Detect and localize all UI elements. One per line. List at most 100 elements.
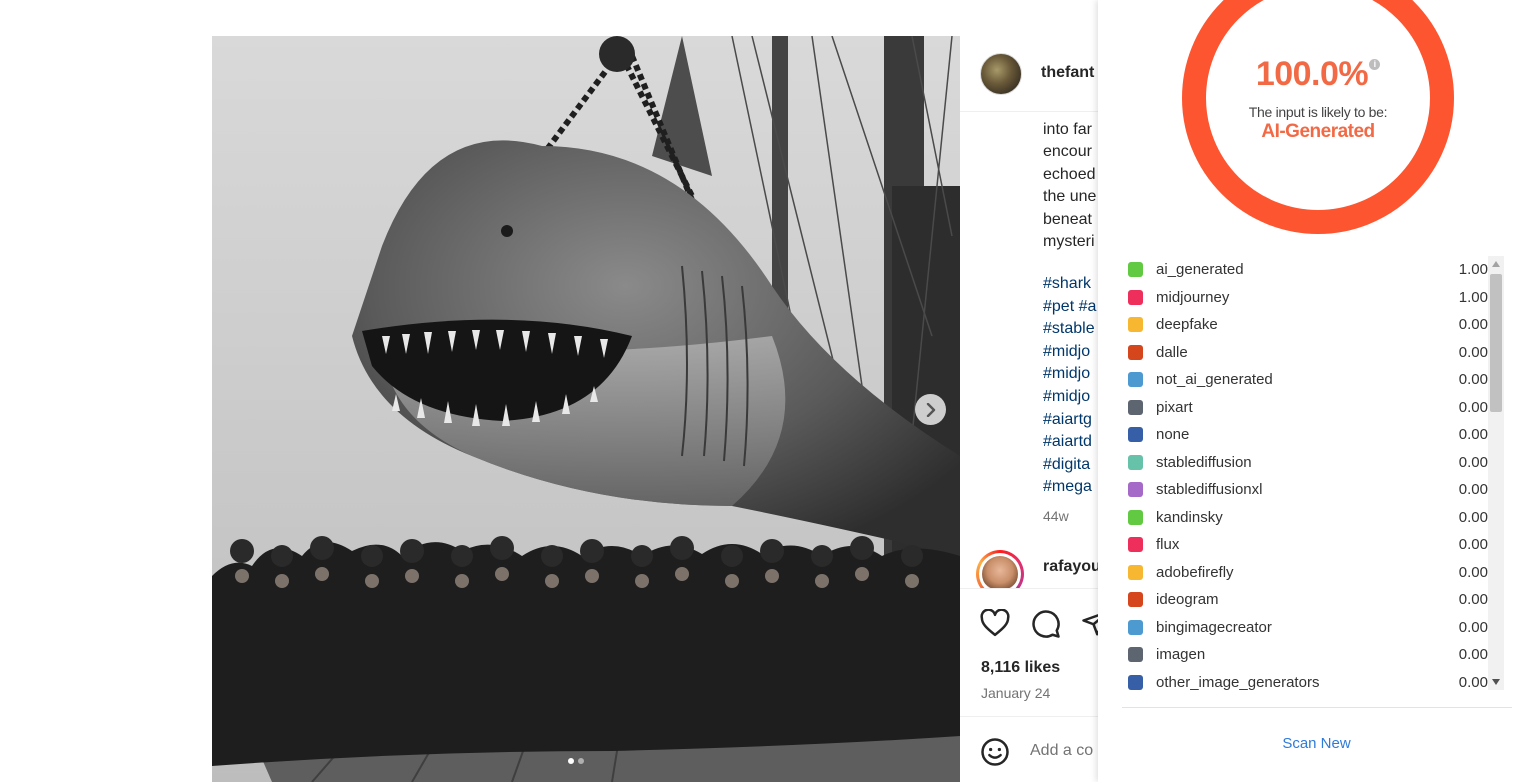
hashtag-link[interactable]: #midjo xyxy=(1043,363,1096,386)
list-scrollbar[interactable] xyxy=(1488,256,1504,690)
shark-photo xyxy=(212,36,960,782)
verdict-label: AI-Generated xyxy=(1261,121,1375,142)
class-value: 0.00 xyxy=(1458,673,1488,691)
comment-icon[interactable] xyxy=(1031,609,1061,644)
class-score-row: ideogram 0.00 xyxy=(1122,586,1488,614)
post-image[interactable] xyxy=(212,36,960,782)
class-color-swatch xyxy=(1128,509,1143,525)
hashtag-list: #shark #pet #a #stable #midjo #midjo #mi… xyxy=(1043,273,1096,499)
class-score-row: bingimagecreator 0.00 xyxy=(1122,614,1488,642)
heart-icon[interactable] xyxy=(980,608,1010,642)
likely-text: The input is likely to be: xyxy=(1248,104,1388,120)
likes-count[interactable]: 8,116 likes xyxy=(981,659,1060,677)
info-icon[interactable]: i xyxy=(1369,59,1381,70)
class-color-swatch xyxy=(1128,454,1143,470)
class-value: 0.00 xyxy=(1458,343,1488,361)
class-score-row: adobefirefly 0.00 xyxy=(1122,559,1488,587)
class-value: 0.00 xyxy=(1458,618,1488,636)
class-value: 0.00 xyxy=(1458,508,1488,526)
caption-line: mysteri xyxy=(1043,233,1095,251)
class-value: 1.00 xyxy=(1458,261,1488,278)
class-color-swatch xyxy=(1128,289,1143,305)
caption-line: echoed xyxy=(1043,165,1096,183)
triangle-down-icon xyxy=(1492,679,1500,685)
post-date: January 24 xyxy=(981,685,1051,701)
class-color-swatch xyxy=(1128,592,1143,607)
author-avatar[interactable] xyxy=(980,53,1022,95)
scrollbar-thumb[interactable] xyxy=(1490,274,1502,412)
class-score-list[interactable]: ai_generated 1.00 midjourney 1.00 deepfake 0.… xyxy=(1122,256,1488,696)
class-label: ai_generated xyxy=(1156,261,1244,278)
page: thefant into far encour echoed the une b… xyxy=(0,0,1535,782)
hashtag-link[interactable]: #midjo xyxy=(1043,386,1096,409)
class-label: flux xyxy=(1156,536,1180,553)
class-color-swatch xyxy=(1128,344,1143,360)
class-score-row: other_image_generators 0.00 xyxy=(1122,669,1488,697)
class-score-row: none 0.00 xyxy=(1122,421,1488,449)
class-color-swatch xyxy=(1128,372,1143,387)
class-value: 0.00 xyxy=(1458,426,1488,443)
divider xyxy=(1122,707,1512,708)
commenter-username[interactable]: rafayou xyxy=(1043,558,1100,576)
ai-detector-panel: 100.0% i The input is likely to be: AI-Ge… xyxy=(1098,0,1535,782)
class-label: other_image_generators xyxy=(1156,673,1320,691)
class-label: stablediffusionxl xyxy=(1156,481,1263,498)
class-value: 0.00 xyxy=(1458,481,1488,498)
class-score-row: ai_generated 1.00 xyxy=(1122,256,1488,284)
class-label: kandinsky xyxy=(1156,508,1223,526)
hashtag-link[interactable]: #stable xyxy=(1043,318,1096,341)
class-label: adobefirefly xyxy=(1156,563,1234,581)
add-comment-input[interactable]: Add a co xyxy=(1030,742,1093,760)
class-value: 0.00 xyxy=(1458,563,1488,581)
score-readout: 100.0% i xyxy=(1180,55,1456,94)
add-comment-bar: Add a co xyxy=(960,716,1100,782)
class-label: midjourney xyxy=(1156,288,1230,306)
chevron-right-icon xyxy=(926,402,935,417)
class-label: imagen xyxy=(1156,646,1206,663)
carousel-indicator xyxy=(568,758,584,764)
class-label: stablediffusion xyxy=(1156,453,1252,471)
post-details-column: thefant into far encour echoed the une b… xyxy=(960,36,1100,782)
author-username[interactable]: thefant xyxy=(1041,64,1094,82)
class-score-row: flux 0.00 xyxy=(1122,531,1488,559)
class-color-swatch xyxy=(1128,262,1143,277)
class-color-swatch xyxy=(1128,674,1143,690)
hashtag-link[interactable]: #pet #a xyxy=(1043,296,1096,319)
scan-new-button[interactable]: Scan New xyxy=(1098,735,1535,752)
post-caption: into far encour echoed the une beneat my… xyxy=(1043,119,1100,253)
hashtag-link[interactable]: #digita xyxy=(1043,454,1096,477)
class-label: bingimagecreator xyxy=(1156,618,1272,636)
class-label: ideogram xyxy=(1156,591,1219,608)
class-score-row: stablediffusionxl 0.00 xyxy=(1122,476,1488,504)
hashtag-link[interactable]: #aiartg xyxy=(1043,409,1096,432)
hashtag-link[interactable]: #shark xyxy=(1043,273,1096,296)
class-color-swatch xyxy=(1128,482,1143,497)
class-value: 0.00 xyxy=(1458,453,1488,471)
hashtag-link[interactable]: #mega xyxy=(1043,476,1096,499)
class-label: pixart xyxy=(1156,398,1193,416)
scroll-down-button[interactable] xyxy=(1488,674,1504,690)
class-value: 0.00 xyxy=(1458,316,1488,333)
class-score-row: not_ai_generated 0.00 xyxy=(1122,366,1488,394)
class-score-row: imagen 0.00 xyxy=(1122,641,1488,669)
caption-line: the une xyxy=(1043,188,1097,206)
class-value: 0.00 xyxy=(1458,536,1488,553)
class-score-row: deepfake 0.00 xyxy=(1122,311,1488,339)
score-percentage: 100.0% xyxy=(1255,55,1369,93)
class-value: 0.00 xyxy=(1458,646,1488,663)
class-value: 0.00 xyxy=(1458,591,1488,608)
class-label: deepfake xyxy=(1156,316,1218,333)
post-time-ago[interactable]: 44w xyxy=(1043,508,1069,524)
carousel-dot xyxy=(578,758,584,764)
class-color-swatch xyxy=(1128,537,1143,552)
class-value: 0.00 xyxy=(1458,398,1488,416)
triangle-up-icon xyxy=(1492,261,1500,267)
carousel-next-button[interactable] xyxy=(915,394,946,425)
emoji-icon[interactable] xyxy=(980,737,1010,772)
class-color-swatch xyxy=(1128,564,1143,580)
hashtag-link[interactable]: #midjo xyxy=(1043,341,1096,364)
class-color-swatch xyxy=(1128,647,1143,662)
class-label: not_ai_generated xyxy=(1156,371,1273,388)
scroll-up-button[interactable] xyxy=(1488,256,1504,272)
hashtag-link[interactable]: #aiartd xyxy=(1043,431,1096,454)
